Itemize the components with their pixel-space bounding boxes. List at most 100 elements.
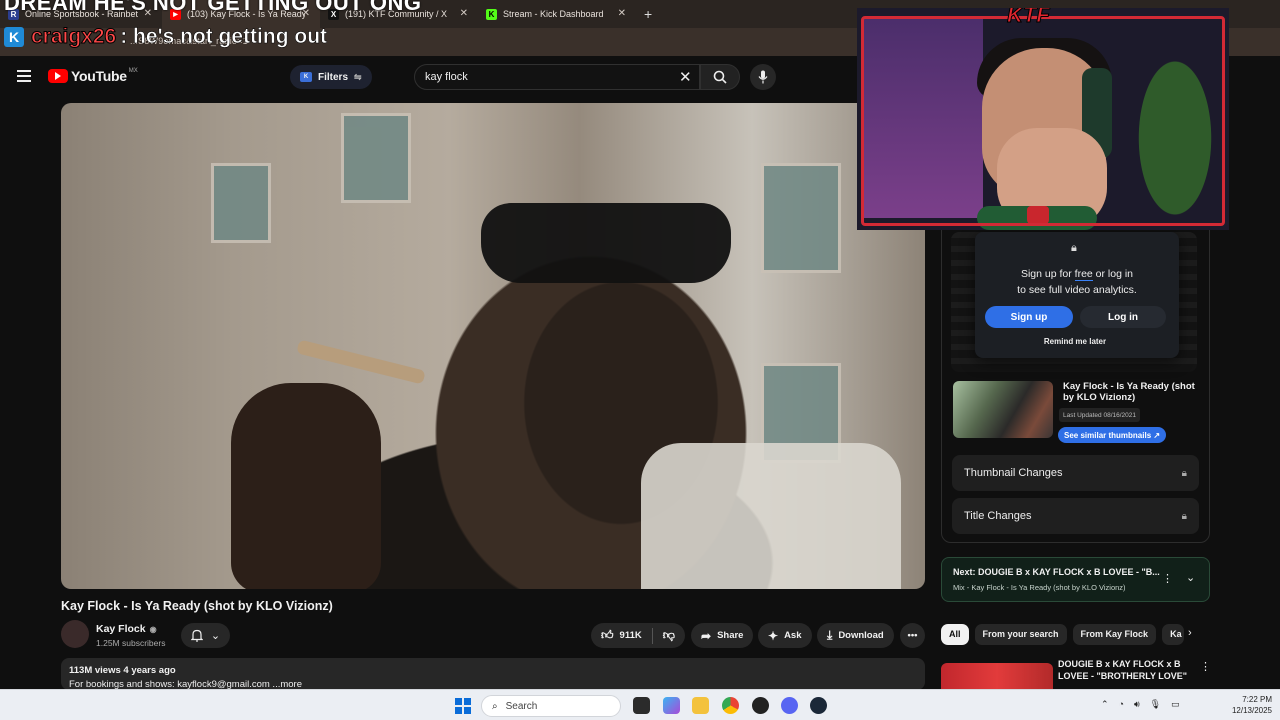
more-horizontal-icon: •••: [907, 630, 918, 641]
ask-button[interactable]: ✦ Ask: [758, 623, 812, 648]
chip-from-kay-flock[interactable]: From Kay Flock: [1072, 623, 1157, 645]
video-subject-shirt: [641, 443, 901, 589]
filter-chips: All From your search From Kay Flock Ka: [941, 623, 1185, 645]
youtube-play-icon: [48, 69, 68, 83]
search-button[interactable]: [700, 64, 740, 90]
channel-name[interactable]: Kay Flock ◉: [96, 623, 157, 635]
chat-username: craigx26: [30, 25, 117, 49]
taskbar-search[interactable]: ⌕ Search: [481, 695, 621, 717]
notification-icon[interactable]: ▭: [1171, 699, 1180, 710]
thumbs-up-icon: 👍︎: [601, 628, 614, 642]
video-title: Kay Flock - Is Ya Ready (shot by KLO Viz…: [61, 599, 333, 613]
last-updated-badge: Last Updated 08/16/2021: [1059, 408, 1141, 422]
discord-icon[interactable]: [781, 697, 798, 714]
video-description[interactable]: 113M views 4 years ago For bookings and …: [61, 658, 925, 690]
thumbnail-changes-row[interactable]: Thumbnail Changes 🔒︎: [952, 455, 1199, 491]
sign-up-button[interactable]: Sign up: [985, 306, 1073, 328]
signin-message-line2: to see full video analytics.: [1017, 284, 1137, 296]
filters-button[interactable]: K Filters ⇋: [290, 65, 372, 89]
lock-icon: 🔒︎: [1071, 242, 1077, 254]
app-icon[interactable]: [752, 697, 769, 714]
volume-icon[interactable]: 🔊︎: [1134, 699, 1140, 710]
search-icon: ⌕: [492, 700, 498, 712]
tab-kick-dashboard[interactable]: K Stream - Kick Dashboard ✕: [478, 0, 636, 28]
search-icon: [713, 70, 727, 84]
microphone-icon: [758, 70, 768, 84]
close-tab-icon[interactable]: ✕: [460, 8, 468, 19]
subscriber-count: 1.25M subscribers: [96, 638, 166, 648]
close-tab-icon[interactable]: ✕: [618, 8, 626, 19]
verified-icon: ◉: [149, 625, 157, 634]
remind-later-link[interactable]: Remind me later: [975, 337, 1175, 346]
taskbar-search-label: Search: [505, 700, 538, 712]
dislike-button[interactable]: 👎︎: [653, 623, 685, 648]
next-video-label: Next: DOUGIE B x KAY FLOCK x B LOVEE - "…: [953, 567, 1160, 577]
ktf-logo: KTF: [1007, 8, 1051, 28]
log-in-button[interactable]: Log in: [1080, 306, 1166, 328]
row-label: Thumbnail Changes: [964, 467, 1063, 479]
video-player[interactable]: [61, 103, 925, 589]
thumbs-down-icon: 👎︎: [662, 628, 675, 642]
channel-name-text: Kay Flock: [96, 623, 146, 635]
share-icon: ➦: [701, 628, 712, 643]
webcam-frame: [861, 16, 1225, 226]
free-link[interactable]: free: [1074, 268, 1093, 281]
voice-search-button[interactable]: [750, 64, 776, 90]
steam-icon[interactable]: [810, 697, 827, 714]
copilot-icon[interactable]: [663, 697, 680, 714]
file-explorer-icon[interactable]: [692, 697, 709, 714]
share-label: Share: [717, 630, 744, 641]
microphone-icon[interactable]: 🎙︎: [1150, 699, 1161, 710]
chrome-icon[interactable]: [722, 697, 739, 714]
see-similar-thumbnails-button[interactable]: See similar thumbnails ↗: [1058, 427, 1167, 443]
network-icon[interactable]: ◔: [1119, 699, 1124, 710]
ask-label: Ask: [784, 630, 802, 641]
chat-overlay: K craigx26 : he's not getting out: [4, 24, 327, 50]
chevron-down-icon: ⌄: [210, 630, 221, 642]
download-icon: ⤓: [827, 628, 833, 642]
background-window: [761, 163, 841, 273]
background-window: [211, 163, 271, 243]
video-subject-joint: [296, 339, 426, 385]
title-changes-row[interactable]: Title Changes 🔒︎: [952, 498, 1199, 534]
chip-partial[interactable]: Ka: [1162, 623, 1185, 645]
recommended-thumbnail[interactable]: [941, 663, 1053, 690]
row-label: Title Changes: [964, 510, 1032, 522]
youtube-logo[interactable]: YouTube MX: [48, 68, 138, 84]
background-window: [341, 113, 411, 203]
views-and-date: 113M views 4 years ago: [69, 665, 176, 676]
chip-all[interactable]: All: [941, 623, 969, 645]
country-code: MX: [128, 68, 138, 74]
streamer-webcam: KTF: [857, 8, 1229, 230]
clear-search-icon[interactable]: ✕: [679, 68, 692, 86]
more-actions-button[interactable]: •••: [900, 623, 925, 648]
next-in-mix-box[interactable]: Next: DOUGIE B x KAY FLOCK x B LOVEE - "…: [941, 557, 1210, 602]
download-label: Download: [838, 630, 884, 641]
sparkle-icon: ✦: [768, 628, 779, 643]
signin-message-line1: Sign up for free or log in: [1020, 268, 1134, 281]
channel-avatar[interactable]: [61, 620, 89, 648]
chevron-up-icon[interactable]: ⌃: [1101, 699, 1109, 710]
windows-start-icon[interactable]: [455, 698, 471, 714]
kick-logo-icon: K: [4, 27, 24, 47]
tab-label: Stream - Kick Dashboard: [503, 9, 604, 19]
search-input[interactable]: kay flock: [414, 64, 700, 90]
new-tab-icon[interactable]: +: [644, 6, 652, 22]
clock-time: 7:22 PM: [1242, 695, 1272, 704]
notifications-button[interactable]: ⌄: [181, 623, 230, 648]
more-vertical-icon[interactable]: ⋮: [1162, 572, 1173, 585]
download-button[interactable]: ⤓ Download: [817, 623, 894, 648]
menu-icon[interactable]: [17, 70, 31, 82]
more-vertical-icon[interactable]: ⋮: [1200, 660, 1211, 673]
lock-icon: 🔒︎: [1181, 467, 1187, 479]
chip-from-your-search[interactable]: From your search: [974, 623, 1067, 645]
bell-icon: [190, 629, 203, 642]
taskbar-clock[interactable]: 7:22 PM 12/13/2025: [1222, 694, 1272, 716]
chevron-down-icon[interactable]: ⌄: [1186, 571, 1195, 584]
task-view-icon[interactable]: [633, 697, 650, 714]
share-button[interactable]: ➦ Share: [691, 623, 754, 648]
chevron-right-icon[interactable]: ›: [1188, 627, 1192, 639]
like-button[interactable]: 👍︎ 911K: [591, 623, 652, 648]
video-thumbnail: [953, 381, 1053, 438]
lock-icon: 🔒︎: [1181, 510, 1187, 522]
